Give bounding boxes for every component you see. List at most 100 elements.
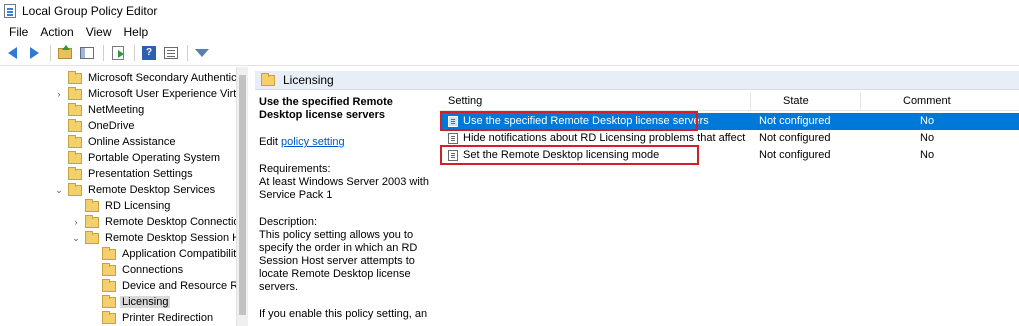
show-hide-tree-button[interactable] [77,43,97,63]
tree-item-label: Remote Desktop Services [88,184,216,196]
folder-icon [102,310,116,324]
filter-button[interactable] [192,43,212,63]
expander-icon [88,297,98,307]
tree-item-online-assistance[interactable]: Online Assistance [54,134,177,150]
toolbar: ? [0,41,1019,66]
back-button[interactable] [2,43,22,63]
tree-item-label: Application Compatibilit [122,248,237,260]
properties-button[interactable] [161,43,181,63]
expander-icon [54,121,64,131]
tree-item-label: Presentation Settings [88,168,193,180]
forward-button[interactable] [24,43,44,63]
pane-header: Licensing [255,71,1019,90]
menu-action[interactable]: Action [34,25,79,39]
folder-icon [68,118,82,132]
folder-icon [85,230,99,244]
tree-item-licensing[interactable]: Licensing [88,294,171,310]
expander-icon [54,105,64,115]
state-cell: Not configured [759,132,831,144]
tree-item-rd-licensing[interactable]: RD Licensing [71,198,172,214]
tree-item-netmeeting[interactable]: NetMeeting [54,102,146,118]
column-separator[interactable] [750,92,751,111]
description-label: Description: [259,216,318,228]
policy-setting-icon [448,132,458,144]
description-text: This policy setting allows you to specif… [259,229,418,293]
tree-item-connections[interactable]: Connections [88,262,185,278]
state-cell: Not configured [759,149,831,161]
expander-icon [54,169,64,179]
export-list-button[interactable] [108,43,128,63]
tree-item-application-compatibility[interactable]: Application Compatibilit [88,246,238,262]
expander-icon [71,201,81,211]
export-list-icon [112,46,124,60]
column-header-comment[interactable]: Comment [903,95,951,107]
setting-name: Use the specified Remote Desktop license… [463,115,709,127]
chevron-down-icon[interactable]: ⌄ [54,185,64,195]
folder-icon [102,262,116,276]
menu-help[interactable]: Help [118,25,155,39]
requirements-text: At least Windows Server 2003 with Servic… [259,176,429,201]
tree-item-printer-redirection[interactable]: Printer Redirection [88,310,215,326]
tree-item-label: Online Assistance [88,136,176,148]
group-policy-app-icon [4,4,16,18]
tree-item-microsoft-secondary-authentication[interactable]: Microsoft Secondary Authenticati [54,70,247,86]
setting-name: Set the Remote Desktop licensing mode [463,149,660,161]
table-row[interactable]: Hide notifications about RD Licensing pr… [440,130,1019,147]
edit-policy-setting-link[interactable]: policy setting [281,136,345,148]
toolbar-separator [134,45,135,61]
navigation-tree: Microsoft Secondary Authenticati › Micro… [0,67,248,326]
title-bar: Local Group Policy Editor [0,0,1019,22]
window-title: Local Group Policy Editor [22,4,158,18]
show-hide-pane-icon [80,47,94,59]
chevron-right-icon[interactable]: › [71,217,81,227]
tree-item-microsoft-user-experience[interactable]: › Microsoft User Experience Virtua [54,86,247,102]
policy-setting-icon [448,149,458,161]
folder-icon [68,102,82,116]
expander-icon [88,281,98,291]
tree-item-label: Portable Operating System [88,152,221,164]
tree-item-label: Connections [122,264,184,276]
edit-prefix: Edit [259,136,278,148]
state-cell: Not configured [759,115,831,127]
properties-icon [164,47,178,59]
tree-item-label: RD Licensing [105,200,171,212]
expander-icon [54,153,64,163]
tree-item-remote-desktop-services[interactable]: ⌄ Remote Desktop Services [54,182,217,198]
folder-icon [102,294,116,308]
requirements-section: Requirements: At least Windows Server 20… [259,163,435,202]
scrollbar-thumb[interactable] [239,75,246,315]
menu-file[interactable]: File [3,25,34,39]
tree-item-label: Device and Resource Rec [122,280,248,292]
column-separator[interactable] [860,92,861,111]
tree-item-onedrive[interactable]: OneDrive [54,118,136,134]
tree-item-label: Printer Redirection [122,312,214,324]
chevron-right-icon[interactable]: › [54,89,64,99]
column-header-setting[interactable]: Setting [448,95,482,107]
settings-list: Setting State Comment Use the specified … [440,92,1019,326]
tree-scrollbar[interactable] [236,67,248,326]
tree-item-remote-desktop-connection-client[interactable]: › Remote Desktop Connection [71,214,247,230]
folder-icon [102,278,116,292]
folder-icon [68,182,82,196]
comment-cell: No [920,115,935,127]
chevron-down-icon[interactable]: ⌄ [71,233,81,243]
table-row[interactable]: Use the specified Remote Desktop license… [440,113,1019,130]
help-button[interactable]: ? [139,43,159,63]
policy-setting-icon [448,115,458,127]
tree-item-portable-operating-system[interactable]: Portable Operating System [54,150,222,166]
list-header: Setting State Comment [440,92,1019,111]
enable-text: If you enable this policy setting, an [259,308,428,320]
comment-cell: No [920,149,935,161]
table-row[interactable]: Set the Remote Desktop licensing mode No… [440,147,1019,164]
requirements-label: Requirements: [259,163,331,175]
toolbar-separator [103,45,104,61]
up-one-level-button[interactable] [55,43,75,63]
tree-item-remote-desktop-session-host[interactable]: ⌄ Remote Desktop Session Ho [71,230,247,246]
tree-item-label: Remote Desktop Connection [105,216,246,228]
column-header-state[interactable]: State [783,95,809,107]
tree-item-device-and-resource-redirection[interactable]: Device and Resource Rec [88,278,248,294]
setting-cell: Set the Remote Desktop licensing mode [448,149,748,161]
menu-view[interactable]: View [80,25,118,39]
tree-item-presentation-settings[interactable]: Presentation Settings [54,166,195,182]
extended-description-pane: Use the specified Remote Desktop license… [259,96,435,326]
